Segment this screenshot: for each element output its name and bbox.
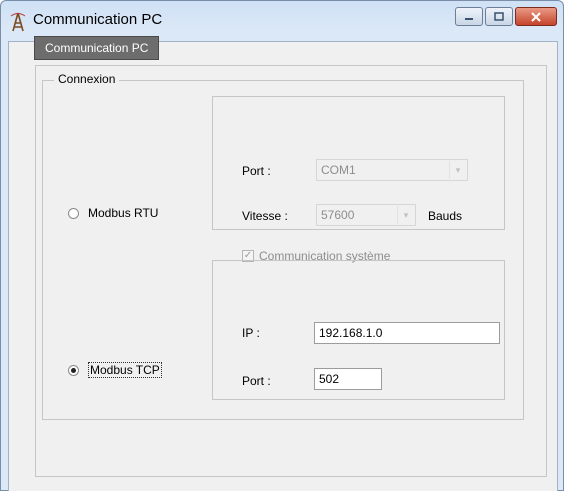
maximize-button[interactable] xyxy=(485,7,513,26)
modbus-tcp-label[interactable]: Modbus TCP xyxy=(88,362,162,378)
rtu-port-label: Port : xyxy=(242,164,271,178)
modbus-tcp-radio[interactable] xyxy=(68,364,79,376)
close-icon xyxy=(531,11,541,22)
title-bar[interactable]: Communication PC xyxy=(1,1,563,41)
rtu-speed-value: 57600 xyxy=(321,208,355,222)
chevron-down-icon: ▾ xyxy=(449,161,466,179)
tcp-port-label: Port : xyxy=(242,374,271,388)
tab-communication-pc[interactable]: Communication PC xyxy=(34,36,160,60)
modbus-tcp-option[interactable]: Modbus TCP xyxy=(68,362,162,378)
tower-icon xyxy=(10,12,26,32)
modbus-rtu-radio[interactable] xyxy=(68,207,79,219)
maximize-icon xyxy=(494,12,504,21)
rtu-speed-unit: Bauds xyxy=(428,209,463,223)
chevron-down-icon: ▾ xyxy=(397,206,414,224)
rtu-speed-select[interactable]: 57600 ▾ xyxy=(316,204,416,226)
modbus-rtu-label[interactable]: Modbus RTU xyxy=(88,206,158,220)
tcp-ip-input[interactable] xyxy=(314,322,500,344)
rtu-speed-label: Vitesse : xyxy=(242,209,288,223)
rtu-port-select[interactable]: COM1 ▾ xyxy=(316,159,468,181)
minimize-button[interactable] xyxy=(455,7,483,26)
connexion-title: Connexion xyxy=(54,72,120,86)
minimize-icon xyxy=(465,17,473,20)
tcp-port-input[interactable] xyxy=(314,368,382,390)
rtu-port-value: COM1 xyxy=(321,163,356,177)
modbus-rtu-option[interactable]: Modbus RTU xyxy=(68,206,158,220)
window-title: Communication PC xyxy=(33,11,163,28)
tcp-ip-label: IP : xyxy=(242,326,260,340)
close-button[interactable] xyxy=(515,7,557,26)
